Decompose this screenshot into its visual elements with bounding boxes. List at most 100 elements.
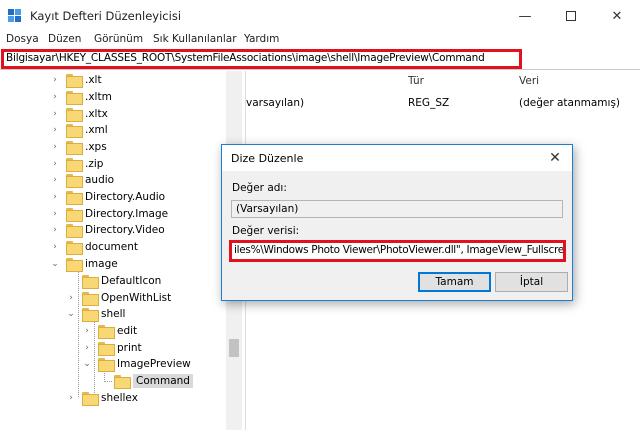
tree-item-image[interactable]: ⌄ image (50, 255, 118, 272)
chevron-right-icon[interactable]: › (82, 326, 92, 336)
maximize-button[interactable] (548, 0, 594, 32)
tree-item[interactable]: › print (82, 339, 142, 356)
column-data-header[interactable]: Veri (519, 75, 539, 87)
tree-item-label: ImagePreview (117, 357, 191, 370)
folder-icon (66, 240, 83, 255)
chevron-right-icon[interactable]: › (50, 242, 60, 252)
folder-icon (66, 173, 83, 188)
dialog-close-button[interactable]: ✕ (540, 146, 570, 170)
folder-icon (82, 291, 99, 306)
chevron-right-icon[interactable]: › (50, 109, 60, 119)
folder-icon (66, 90, 83, 105)
tree-item-label: Directory.Image (85, 207, 169, 220)
tree-item-label: Directory.Audio (85, 190, 166, 203)
chevron-right-icon[interactable]: › (50, 75, 60, 85)
value-data-field[interactable]: iles%\Windows Photo Viewer\PhotoViewer.d… (229, 240, 566, 262)
menu-help[interactable]: Yardım (244, 33, 279, 45)
column-type-header[interactable]: Tür (408, 75, 424, 87)
folder-icon (66, 157, 83, 172)
edit-string-dialog: Dize Düzenle ✕ Değer adı: (Varsayılan) D… (221, 144, 573, 301)
menu-edit[interactable]: Düzen (48, 33, 81, 45)
value-name-cell[interactable]: varsayılan) (246, 97, 304, 109)
chevron-right-icon[interactable]: › (50, 159, 60, 169)
tree-item[interactable]: › audio (50, 171, 114, 188)
ok-button[interactable]: Tamam (418, 272, 491, 292)
tree-item[interactable]: › Directory.Audio (50, 188, 165, 205)
tree-item-label: .xlt (85, 73, 102, 86)
tree-item[interactable]: › Directory.Video (50, 221, 165, 238)
folder-icon (66, 207, 83, 222)
chevron-right-icon[interactable]: › (50, 225, 60, 235)
chevron-right-icon[interactable]: › (50, 209, 60, 219)
menu-view[interactable]: Görünüm (94, 33, 143, 45)
folder-icon (82, 307, 99, 322)
tree-item-label: .xltx (85, 107, 108, 120)
menu-favorites[interactable]: Sık Kullanılanlar (153, 33, 237, 45)
chevron-right-icon[interactable]: › (50, 142, 60, 152)
tree-item-label: shellex (101, 391, 138, 404)
tree-item-label: document (85, 240, 138, 253)
tree-item-label: .xltm (85, 90, 112, 103)
tree-item[interactable]: › edit (82, 322, 137, 339)
chevron-right-icon[interactable]: › (66, 293, 76, 303)
close-button[interactable]: ✕ (594, 0, 640, 32)
tree-item[interactable]: › .xps (50, 138, 107, 155)
tree-item[interactable]: › Directory.Image (50, 205, 168, 222)
folder-icon (66, 73, 83, 88)
address-bar[interactable]: Bilgisayar\HKEY_CLASSES_ROOT\SystemFileA… (0, 48, 640, 70)
folder-icon (66, 190, 83, 205)
folder-icon (66, 123, 83, 138)
minimize-button[interactable]: — (502, 0, 548, 32)
tree-item-command[interactable]: Command (98, 372, 193, 389)
chevron-right-icon[interactable]: › (82, 343, 92, 353)
minimize-icon: — (518, 8, 532, 24)
value-data-cell[interactable]: (değer atanmamış) (519, 97, 620, 109)
tree-item-label: shell (101, 307, 126, 320)
chevron-down-icon[interactable]: ⌄ (82, 359, 92, 369)
value-type-cell[interactable]: REG_SZ (408, 97, 449, 109)
dialog-title: Dize Düzenle (231, 152, 304, 165)
tree-item[interactable]: › .xml (50, 121, 108, 138)
folder-icon (66, 223, 83, 238)
folder-icon (66, 107, 83, 122)
menu-bar: Dosya Düzen Görünüm Sık Kullanılanlar Ya… (0, 32, 640, 48)
tree-item[interactable]: › OpenWithList (66, 289, 171, 306)
tree-item[interactable]: › .xlt (50, 71, 102, 88)
chevron-down-icon[interactable]: ⌄ (50, 259, 60, 269)
tree-scroll-thumb[interactable] (229, 339, 239, 357)
folder-icon (66, 257, 83, 272)
tree-item[interactable]: › .xltx (50, 105, 108, 122)
tree-item-label: .xps (85, 140, 107, 153)
folder-icon (114, 374, 131, 389)
window-title: Kayıt Defteri Düzenleyicisi (30, 9, 182, 23)
address-path[interactable]: Bilgisayar\HKEY_CLASSES_ROOT\SystemFileA… (6, 52, 485, 64)
tree-item-label: Command (133, 373, 193, 388)
folder-icon (98, 341, 115, 356)
chevron-right-icon[interactable]: › (50, 192, 60, 202)
tree-item[interactable]: DefaultIcon (66, 272, 161, 289)
tree-item-label: .xml (85, 123, 108, 136)
cancel-button[interactable]: İptal (495, 272, 568, 292)
tree-item[interactable]: › .zip (50, 155, 103, 172)
tree-item-label: Directory.Video (85, 223, 165, 236)
tree-item-imagepreview[interactable]: ⌄ ImagePreview (82, 355, 191, 372)
value-data-label: Değer verisi: (232, 225, 300, 237)
tree-item-label: .zip (85, 157, 104, 170)
tree-item[interactable]: › .xltm (50, 88, 112, 105)
chevron-right-icon[interactable]: › (66, 393, 76, 403)
chevron-right-icon[interactable]: › (50, 92, 60, 102)
value-name-field[interactable]: (Varsayılan) (231, 200, 563, 218)
chevron-right-icon[interactable]: › (50, 175, 60, 185)
chevron-down-icon[interactable]: ⌄ (66, 309, 76, 319)
menu-file[interactable]: Dosya (6, 33, 39, 45)
chevron-right-icon[interactable]: › (50, 125, 60, 135)
close-icon: ✕ (549, 150, 561, 166)
tree-item-shell[interactable]: ⌄ shell (66, 305, 125, 322)
tree-item-label: OpenWithList (101, 291, 172, 304)
tree-item-label: image (85, 257, 118, 270)
folder-icon (98, 357, 115, 372)
tree-item[interactable]: › document (50, 238, 138, 255)
tree-item[interactable]: › shellex (66, 389, 138, 406)
folder-icon (82, 274, 99, 289)
maximize-icon (566, 11, 576, 21)
